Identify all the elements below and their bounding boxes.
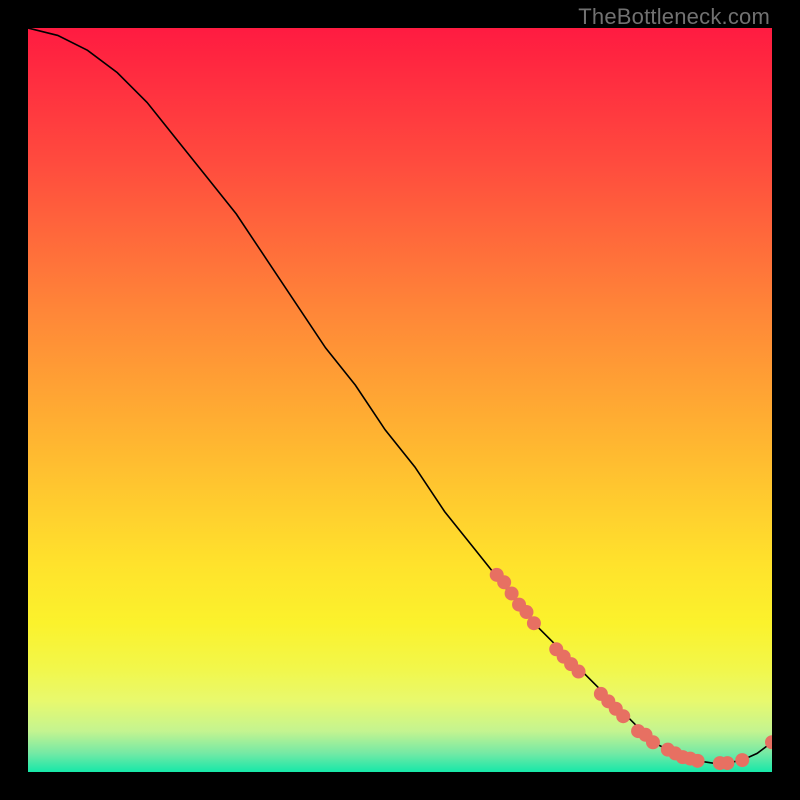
- chart-stage: TheBottleneck.com: [0, 0, 800, 800]
- data-dot: [691, 754, 705, 768]
- data-dot: [735, 753, 749, 767]
- chart-svg: [28, 28, 772, 772]
- data-dot: [720, 756, 734, 770]
- gradient-background: [28, 28, 772, 772]
- attribution-text: TheBottleneck.com: [578, 4, 770, 30]
- data-dot: [646, 735, 660, 749]
- plot-area: [28, 28, 772, 772]
- data-dot: [527, 616, 541, 630]
- data-dot: [616, 709, 630, 723]
- data-dot: [572, 665, 586, 679]
